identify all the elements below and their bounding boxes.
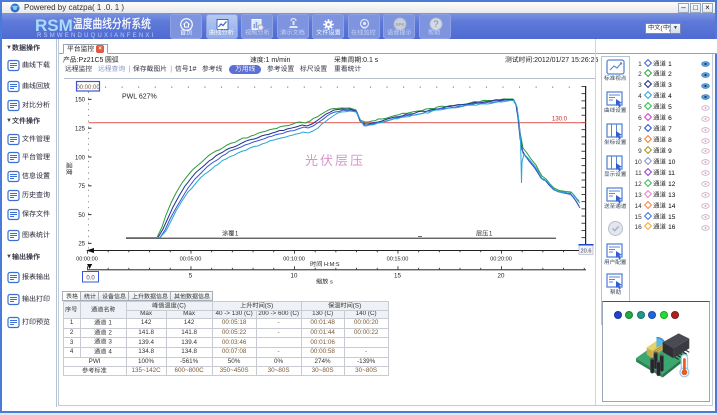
svg-text:1: 1 xyxy=(235,232,239,238)
svg-text:100: 100 xyxy=(75,155,86,161)
svg-text:15: 15 xyxy=(394,273,401,280)
svg-text:125: 125 xyxy=(75,127,86,133)
svg-text:?: ? xyxy=(433,19,438,29)
svg-text:PWL 627%: PWL 627% xyxy=(122,94,157,101)
svg-text:s: s xyxy=(330,280,333,286)
svg-text:00:00:00: 00:00:00 xyxy=(76,257,98,263)
svg-text:H:M:S: H:M:S xyxy=(324,262,340,268)
svg-text:20.6: 20.6 xyxy=(581,249,592,255)
svg-text:10: 10 xyxy=(291,273,298,280)
svg-text:25: 25 xyxy=(78,242,85,248)
svg-text:00:00:00: 00:00:00 xyxy=(76,85,100,91)
svg-text:0.0: 0.0 xyxy=(86,276,95,282)
svg-text:130.0: 130.0 xyxy=(552,117,568,123)
svg-text:150: 150 xyxy=(75,98,86,104)
svg-text:1: 1 xyxy=(489,232,493,238)
svg-text:00:10:00: 00:10:00 xyxy=(283,257,305,263)
svg-text:00:15:00: 00:15:00 xyxy=(387,257,409,263)
svg-text:5: 5 xyxy=(189,273,193,280)
svg-text:00:20:00: 00:20:00 xyxy=(490,257,512,263)
svg-text:50: 50 xyxy=(78,213,85,219)
svg-text:00:05:00: 00:05:00 xyxy=(180,257,202,263)
svg-text:75: 75 xyxy=(78,184,85,190)
svg-text:20: 20 xyxy=(498,273,505,280)
svg-text:SPK: SPK xyxy=(395,22,404,27)
